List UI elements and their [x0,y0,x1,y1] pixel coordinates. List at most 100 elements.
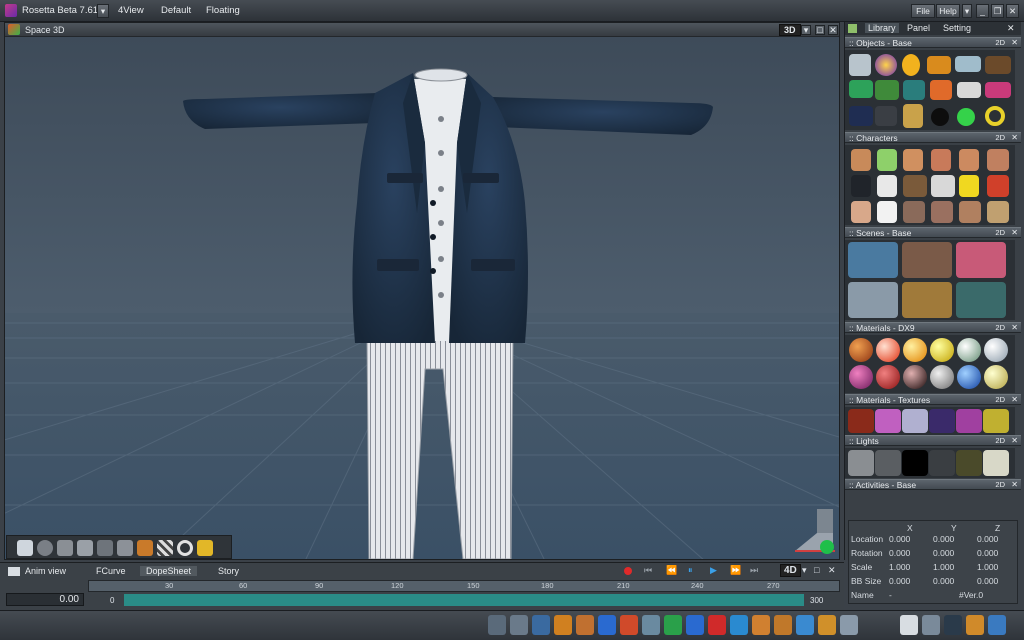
character-thumbnail[interactable] [987,175,1009,197]
cube-icon[interactable] [554,615,572,635]
crate-icon[interactable] [774,615,792,635]
section-characters[interactable]: :: Characters 2D ✕ [845,132,1021,143]
viewport-options-icon[interactable]: ▾ [801,25,811,35]
object-thumbnail[interactable] [902,54,920,76]
hand-icon[interactable] [752,615,770,635]
section-mode[interactable]: 2D [995,323,1005,333]
character-thumbnail[interactable] [903,201,925,223]
material-thumbnail[interactable] [930,365,954,389]
prev-key-icon[interactable]: ⏪ [666,565,677,576]
material-thumbnail[interactable] [876,338,900,362]
section-close-icon[interactable]: ✕ [1011,38,1018,48]
material-thumbnail[interactable] [849,338,873,362]
section-close-icon[interactable]: ✕ [1011,323,1018,333]
move-tool-icon[interactable] [488,615,506,635]
prop-scale-z[interactable]: 1.000 [977,562,998,572]
texture-thumbnail[interactable] [929,409,955,433]
camera-icon[interactable] [840,615,858,635]
z-axis-icon[interactable] [708,615,726,635]
section-activities-base[interactable]: :: Activities - Base 2D ✕ [845,479,1021,490]
home-icon[interactable] [620,615,638,635]
character-thumbnail[interactable] [851,175,871,197]
section-mode[interactable]: 2D [995,480,1005,490]
object-thumbnail[interactable] [957,82,981,98]
x-axis-icon[interactable] [664,615,682,635]
object-thumbnail[interactable] [875,80,899,100]
object-thumbnail[interactable] [927,56,951,74]
prop-scale-y[interactable]: 1.000 [933,562,954,572]
tab-panel[interactable]: Panel [907,23,930,33]
undo-icon[interactable] [730,615,748,635]
close-button[interactable]: ✕ [1006,4,1019,18]
play-icon[interactable]: ▶ [710,565,717,576]
timeline-close-icon[interactable]: ✕ [828,565,836,576]
object-thumbnail[interactable] [875,106,897,126]
maximize-button[interactable]: ❐ [991,4,1004,18]
ring-icon[interactable] [177,540,193,556]
texture-thumbnail[interactable] [983,409,1009,433]
material-thumbnail[interactable] [849,365,873,389]
light-tool-icon[interactable] [117,540,133,556]
character-thumbnail[interactable] [851,201,871,223]
section-materials-textures[interactable]: :: Materials - Textures 2D ✕ [845,394,1021,405]
viewport-3d[interactable]: Space 3D 3D ▾ □ ✕ [4,22,840,560]
texture-thumbnail[interactable] [902,409,928,433]
section-mode[interactable]: 2D [995,38,1005,48]
texture-thumbnail[interactable] [875,409,901,433]
first-frame-icon[interactable]: ⏮ [644,565,652,576]
character-thumbnail[interactable] [959,175,979,197]
light-thumbnail[interactable] [875,450,901,476]
tab-library[interactable]: Library [865,23,899,33]
help-menu[interactable]: Help [936,4,960,18]
texture-thumbnail[interactable] [956,409,982,433]
file-menu[interactable]: File [911,4,935,18]
cube-tool-icon[interactable] [97,540,113,556]
character-thumbnail[interactable] [931,149,951,171]
material-thumbnail[interactable] [876,365,900,389]
menu-4view[interactable]: 4View [118,5,144,16]
tab-anim-view[interactable]: Anim view [25,566,66,576]
pointer-icon[interactable] [17,540,33,556]
scene-thumbnail[interactable] [848,282,898,318]
scene-thumbnail[interactable] [956,242,1006,278]
object-thumbnail[interactable] [985,82,1011,98]
y-axis-icon[interactable] [686,615,704,635]
section-close-icon[interactable]: ✕ [1011,133,1018,143]
material-thumbnail[interactable] [984,338,1008,362]
document-icon[interactable] [900,615,918,635]
object-thumbnail[interactable] [955,56,981,72]
section-close-icon[interactable]: ✕ [1011,480,1018,490]
timeline-track[interactable] [124,594,804,606]
magnet-icon[interactable] [532,615,550,635]
material-thumbnail[interactable] [957,338,981,362]
light-thumbnail[interactable] [848,450,874,476]
magic-wand-icon[interactable] [197,540,213,556]
home-icon[interactable] [8,24,20,35]
material-thumbnail[interactable] [957,365,981,389]
character-thumbnail[interactable] [987,149,1009,171]
prop-rotation-y[interactable]: 0.000 [933,548,954,558]
last-frame-icon[interactable]: ⏭ [750,565,758,576]
brush-tool-icon[interactable] [137,540,153,556]
next-key-icon[interactable]: ⏩ [730,565,741,576]
light-thumbnail[interactable] [983,450,1009,476]
record-icon[interactable] [624,567,632,575]
light-thumbnail[interactable] [929,450,955,476]
light-thumbnail[interactable] [956,450,982,476]
character-thumbnail[interactable] [931,175,955,197]
monitor-icon[interactable] [944,615,962,635]
object-thumbnail[interactable] [903,104,923,128]
package-icon[interactable] [818,615,836,635]
app-menu-dropdown[interactable]: ▾ [97,4,109,18]
scene-thumbnail[interactable] [902,242,952,278]
grid-icon[interactable] [922,615,940,635]
tab-dopesheet[interactable]: DopeSheet [140,566,198,576]
material-thumbnail[interactable] [903,338,927,362]
object-thumbnail[interactable] [849,106,873,126]
menu-floating[interactable]: Floating [206,5,240,16]
blue-cube-icon[interactable] [598,615,616,635]
render-icon[interactable] [796,615,814,635]
prop-rotation-x[interactable]: 0.000 [889,548,910,558]
section-objects-base[interactable]: :: Objects - Base 2D ✕ [845,37,1021,48]
panel-close-icon[interactable]: ✕ [1007,23,1015,34]
